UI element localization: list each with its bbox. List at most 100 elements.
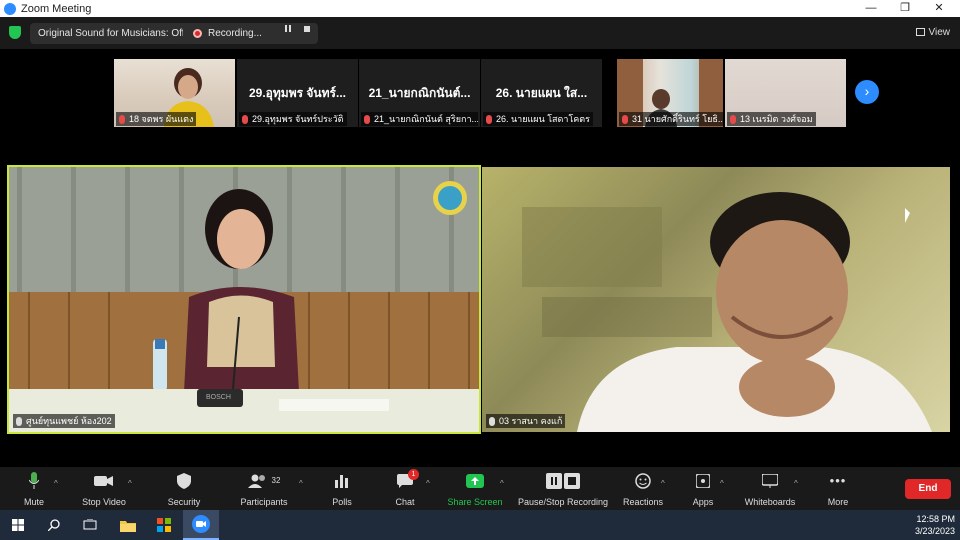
participant-name: 13 เนรมิต วงศ์จอม	[727, 112, 816, 126]
smiley-reaction-icon	[620, 471, 666, 490]
security-shield-icon	[164, 471, 204, 490]
security-label: Security	[167, 497, 201, 507]
security-button[interactable]: Security	[164, 471, 204, 507]
recording-indicator: Recording...	[183, 23, 318, 44]
whiteboards-label: Whiteboards	[744, 497, 796, 507]
mic-muted-icon	[16, 417, 22, 427]
view-label: View	[928, 27, 951, 38]
participants-label: Participants	[240, 497, 288, 507]
more-label: More	[827, 497, 849, 507]
window-title: Zoom Meeting	[21, 2, 92, 15]
recording-dot-icon	[193, 28, 202, 38]
participant-display-name: 26. นายแผน ใส...	[495, 86, 588, 100]
stop-video-button[interactable]: Stop Video	[78, 471, 130, 507]
participant-name: 18 จตพร ผันแตง	[116, 112, 197, 126]
zoom-taskbar-icon[interactable]	[183, 510, 219, 540]
apps-icon	[688, 471, 718, 490]
mute-label: Mute	[23, 497, 44, 507]
participant-display-name: 21_นายกณิกนันต์...	[368, 86, 471, 100]
title-bar: Zoom Meeting	[0, 0, 960, 17]
stop-recording-icon[interactable]	[301, 23, 313, 35]
clock-date: 3/23/2023	[914, 526, 955, 536]
share-screen-button[interactable]: Share Screen	[447, 471, 503, 507]
end-meeting-button[interactable]: End	[905, 479, 951, 499]
share-options-caret-icon[interactable]: ^	[500, 479, 504, 488]
participant-name: 31 นายศักดิ์รินทร์ โยธิ...	[619, 112, 723, 126]
participants-icon: 32	[237, 471, 291, 490]
mic-muted-icon	[242, 115, 248, 125]
mic-muted-icon	[119, 115, 125, 125]
gallery-tile[interactable]: 31 นายศักดิ์รินทร์ โยธิ...	[617, 59, 723, 127]
pause-stop-recording-icon	[515, 471, 611, 490]
recording-label: Recording...	[208, 28, 262, 39]
meeting-top-bar: Original Sound for Musicians: Off Record…	[0, 17, 960, 49]
pause-stop-recording-label: Pause/Stop Recording	[517, 497, 609, 507]
chat-options-caret-icon[interactable]: ^	[426, 479, 430, 488]
original-sound-pill[interactable]: Original Sound for Musicians: Off	[30, 23, 193, 44]
reactions-options-caret-icon[interactable]: ^	[661, 479, 665, 488]
gallery-tile[interactable]: 18 จตพร ผันแตง	[114, 59, 235, 127]
participant-video	[9, 167, 479, 432]
whiteboards-button[interactable]: Whiteboards	[742, 471, 798, 507]
close-button[interactable]: ✕	[924, 0, 954, 17]
participant-name: 21_นายกณิกนันต์ สุริยกา...	[361, 112, 478, 126]
pause-recording-icon[interactable]	[282, 23, 294, 35]
view-button[interactable]: View	[915, 23, 951, 43]
polls-bar-chart-icon	[327, 471, 357, 490]
video-options-caret-icon[interactable]: ^	[128, 479, 132, 488]
chat-bubble-icon: 1	[390, 469, 420, 490]
system-clock[interactable]: 12:58 PM 3/23/2023	[915, 513, 955, 537]
active-speaker-video[interactable]: BOSCH ศูนย์ทุนแพชย์ ห้อง202	[7, 165, 481, 434]
mic-brand-label: BOSCH	[206, 394, 231, 401]
more-button[interactable]: ••• More	[823, 471, 853, 507]
minimize-button[interactable]: —	[856, 0, 886, 17]
gallery-tile[interactable]: 21_นายกณิกนันต์... 21_นายกณิกนันต์ สุริย…	[359, 59, 480, 127]
stop-video-label: Stop Video	[82, 497, 126, 507]
gallery-tile[interactable]: 13 เนรมิต วงศ์จอม	[725, 59, 846, 127]
chevron-right-icon: ›	[864, 83, 870, 99]
reactions-button[interactable]: Reactions	[620, 471, 666, 507]
apps-button[interactable]: Apps	[688, 471, 718, 507]
participant-name: 03 ราสนา คงแก้	[486, 414, 566, 428]
participants-count: 32	[271, 476, 281, 485]
gallery-next-page-button[interactable]: ›	[855, 80, 879, 104]
search-icon[interactable]	[36, 510, 72, 540]
task-view-icon[interactable]	[72, 510, 108, 540]
mic-muted-icon	[622, 115, 628, 125]
participants-options-caret-icon[interactable]: ^	[299, 479, 303, 488]
windows-start-icon[interactable]	[0, 510, 36, 540]
chat-button[interactable]: 1 Chat	[390, 469, 420, 507]
participant-name: 26. นายแผน โสดาโคตร	[483, 112, 593, 126]
apps-options-caret-icon[interactable]: ^	[720, 479, 724, 488]
more-ellipsis-icon: •••	[829, 473, 847, 488]
chat-label: Chat	[395, 497, 415, 507]
mute-button[interactable]: Mute	[14, 471, 54, 507]
gallery-tile[interactable]: 29.อุทุมพร จันทร์... 29.อุทุมพร จันทร์ปร…	[237, 59, 358, 127]
chat-unread-badge: 1	[408, 469, 419, 480]
microphone-icon	[14, 471, 54, 490]
share-screen-label: Share Screen	[447, 497, 503, 507]
meeting-toolbar: Mute ^ Stop Video ^ Security 32 Particip…	[0, 467, 960, 510]
audio-options-caret-icon[interactable]: ^	[54, 479, 58, 488]
apps-label: Apps	[692, 497, 714, 507]
view-grid-icon	[915, 28, 925, 37]
gallery-tile[interactable]: 26. นายแผน ใส... 26. นายแผน โสดาโคตร	[481, 59, 602, 127]
microsoft-store-icon[interactable]	[146, 510, 182, 540]
maximize-button[interactable]: ❐	[890, 0, 920, 17]
whiteboards-options-caret-icon[interactable]: ^	[794, 479, 798, 488]
polls-button[interactable]: Polls	[327, 471, 357, 507]
zoom-logo-icon	[4, 2, 16, 15]
file-explorer-icon[interactable]	[110, 510, 146, 540]
clock-time: 12:58 PM	[916, 514, 955, 524]
pause-stop-recording-button[interactable]: Pause/Stop Recording	[515, 471, 611, 507]
windows-taskbar: 12:58 PM 3/23/2023	[0, 510, 960, 540]
participant-video-tile[interactable]: 03 ราสนา คงแก้	[482, 167, 950, 432]
reactions-label: Reactions	[622, 497, 664, 507]
encryption-shield-icon[interactable]	[9, 26, 21, 39]
participant-name: 29.อุทุมพร จันทร์ประวัติ	[239, 112, 347, 126]
mouse-cursor-icon	[905, 208, 910, 223]
participant-name: ศูนย์ทุนแพชย์ ห้อง202	[13, 414, 115, 428]
participants-button[interactable]: 32 Participants	[237, 471, 291, 507]
mic-muted-icon	[364, 115, 370, 125]
video-camera-icon	[78, 471, 130, 490]
